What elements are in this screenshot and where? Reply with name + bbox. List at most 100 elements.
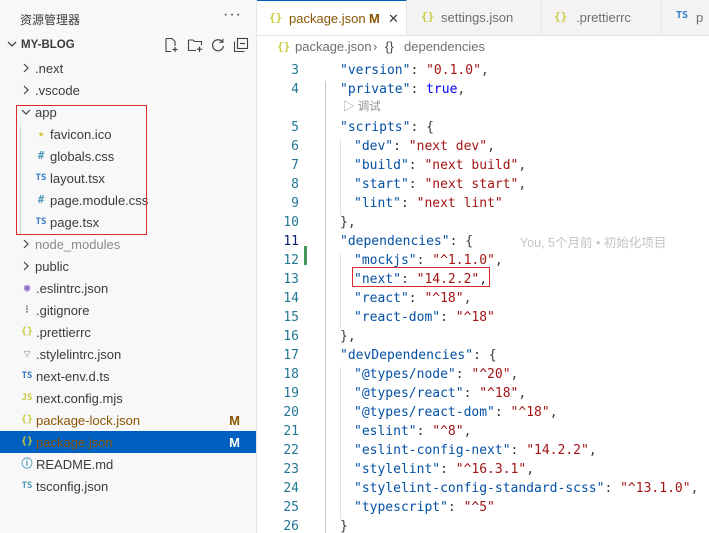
more-actions-icon[interactable]: ···: [223, 6, 242, 24]
code-line[interactable]: 14 "react": "^18",: [257, 290, 709, 309]
file-name: public: [35, 259, 69, 274]
close-icon[interactable]: ✕: [388, 11, 399, 27]
file-tree-item[interactable]: .vscode: [0, 79, 256, 101]
object-icon: {}: [385, 39, 394, 54]
line-number: 19: [283, 386, 299, 401]
file-tree-item[interactable]: node_modules: [0, 233, 256, 255]
tab-label: p: [696, 10, 704, 25]
braces-icon: {}: [277, 40, 291, 53]
ts-icon: TS: [676, 10, 689, 21]
breadcrumb-file[interactable]: package.json: [295, 39, 372, 54]
tab-overflow[interactable]: TS p: [662, 0, 709, 35]
code-editor[interactable]: 3 "version": "0.1.0", 4 "private": true, 5 "s…: [257, 58, 709, 533]
breadcrumb-node[interactable]: dependencies: [404, 39, 485, 54]
code-line[interactable]: 24 "stylelint-config-standard-scss": "^13…: [257, 480, 709, 499]
file-tree-item[interactable]: TS tsconfig.json: [0, 475, 256, 497]
line-number: 26: [283, 519, 299, 533]
file-tree-item[interactable]: JS next.config.mjs: [0, 387, 256, 409]
modified-indicator: M: [369, 11, 380, 26]
refresh-icon[interactable]: [210, 37, 226, 53]
git-modified-badge: M: [229, 435, 240, 450]
line-number: 13: [283, 272, 299, 287]
code-line[interactable]: 16},: [257, 328, 709, 347]
braces-icon: {}: [554, 10, 568, 23]
collapse-all-icon[interactable]: [233, 37, 249, 53]
code-line[interactable]: 19 "@types/react": "^18",: [257, 385, 709, 404]
code-line[interactable]: 20 "@types/react-dom": "^18",: [257, 404, 709, 423]
code-line[interactable]: 17 "devDependencies": {: [257, 347, 709, 366]
code-line[interactable]: 15 "react-dom": "^18": [257, 309, 709, 328]
chevron-right-icon: [23, 85, 29, 95]
code-text: "react": "^18",: [354, 291, 472, 306]
code-text: "eslint": "^8",: [354, 424, 472, 439]
code-text: "scripts": {: [340, 120, 434, 135]
file-tree-item[interactable]: ⁝ .gitignore: [0, 299, 256, 321]
line-number: 25: [283, 500, 299, 515]
tab-label: package.json: [289, 11, 366, 26]
eslint-icon: ◉: [23, 281, 31, 294]
code-line[interactable]: 23 "stylelint": "^16.3.1",: [257, 461, 709, 480]
new-file-icon[interactable]: [163, 37, 179, 53]
code-text: "@types/react": "^18",: [354, 386, 527, 401]
file-tree-item[interactable]: TS next-env.d.ts: [0, 365, 256, 387]
code-text: "devDependencies": {: [340, 348, 497, 363]
file-name: next.config.mjs: [36, 391, 123, 406]
code-line[interactable]: 21 "eslint": "^8",: [257, 423, 709, 442]
code-line[interactable]: 10},: [257, 214, 709, 233]
file-tree-item[interactable]: public: [0, 255, 256, 277]
tab-package-json[interactable]: {} package.json M ✕: [257, 0, 407, 35]
file-tree-item[interactable]: ▽ .stylelintrc.json: [0, 343, 256, 365]
tab-settings-json[interactable]: {} settings.json: [407, 0, 542, 35]
file-tree-item[interactable]: .next: [0, 57, 256, 79]
code-line[interactable]: 26}: [257, 518, 709, 533]
chevron-right-icon: [23, 239, 29, 249]
file-tree-item[interactable]: {} package.json M: [0, 431, 256, 453]
code-line[interactable]: 5 "scripts": {: [257, 119, 709, 138]
code-text: "mockjs": "^1.1.0",: [354, 253, 503, 268]
chevron-down-icon: [7, 41, 17, 47]
code-text: "private": true,: [340, 82, 466, 97]
code-text: "react-dom": "^18": [354, 310, 495, 325]
code-text: "@types/react-dom": "^18",: [354, 405, 558, 420]
tab-label: .prettierrc: [576, 10, 631, 25]
explorer-sidebar: 资源管理器 ··· MY-BLOG .next .vscode app ★ fa…: [0, 0, 257, 533]
code-text: "version": "0.1.0",: [340, 63, 489, 78]
code-line[interactable]: 9 "lint": "next lint": [257, 195, 709, 214]
stylelint-icon: ▽: [23, 347, 31, 360]
line-number: 8: [291, 177, 299, 192]
line-number: 9: [291, 196, 299, 211]
code-text: }: [340, 519, 348, 533]
new-folder-icon[interactable]: [187, 37, 203, 53]
code-line[interactable]: 8 "start": "next start",: [257, 176, 709, 195]
file-tree-item[interactable]: {} .prettierrc: [0, 321, 256, 343]
file-tree-item[interactable]: ⓘ README.md: [0, 453, 256, 475]
braces-icon: {}: [269, 11, 283, 24]
code-line[interactable]: 7 "build": "next build",: [257, 157, 709, 176]
line-number: 16: [283, 329, 299, 344]
code-line[interactable]: 3 "version": "0.1.0",: [257, 62, 709, 81]
code-line[interactable]: 18 "@types/node": "^20",: [257, 366, 709, 385]
git-modified-badge: M: [229, 413, 240, 428]
line-number: 17: [283, 348, 299, 363]
breadcrumb: {} package.json › {} dependencies: [257, 36, 709, 58]
tsconfig-icon: TS: [21, 481, 33, 491]
code-line[interactable]: 25 "typescript": "^5": [257, 499, 709, 518]
code-line[interactable]: 22 "eslint-config-next": "14.2.2",: [257, 442, 709, 461]
line-number: 24: [283, 481, 299, 496]
code-line[interactable]: 4 "private": true,: [257, 81, 709, 100]
file-name: .stylelintrc.json: [36, 347, 122, 362]
tab-prettierrc[interactable]: {} .prettierrc: [542, 0, 662, 35]
debug-codelens[interactable]: ▷ 调试: [343, 98, 381, 114]
line-number: 21: [283, 424, 299, 439]
file-tree-item[interactable]: {} package-lock.json M: [0, 409, 256, 431]
file-name: package-lock.json: [36, 413, 141, 428]
code-line[interactable]: 6 "dev": "next dev",: [257, 138, 709, 157]
line-number: 14: [283, 291, 299, 306]
file-name: .prettierrc: [36, 325, 91, 340]
line-number: 6: [291, 139, 299, 154]
project-root[interactable]: MY-BLOG: [0, 35, 256, 57]
git-blame-annotation: You, 5个月前 • 初始化项目: [520, 236, 667, 250]
code-text: "eslint-config-next": "14.2.2",: [354, 443, 597, 458]
file-tree-item[interactable]: ◉ .eslintrc.json: [0, 277, 256, 299]
file-name: package.json: [36, 435, 113, 450]
